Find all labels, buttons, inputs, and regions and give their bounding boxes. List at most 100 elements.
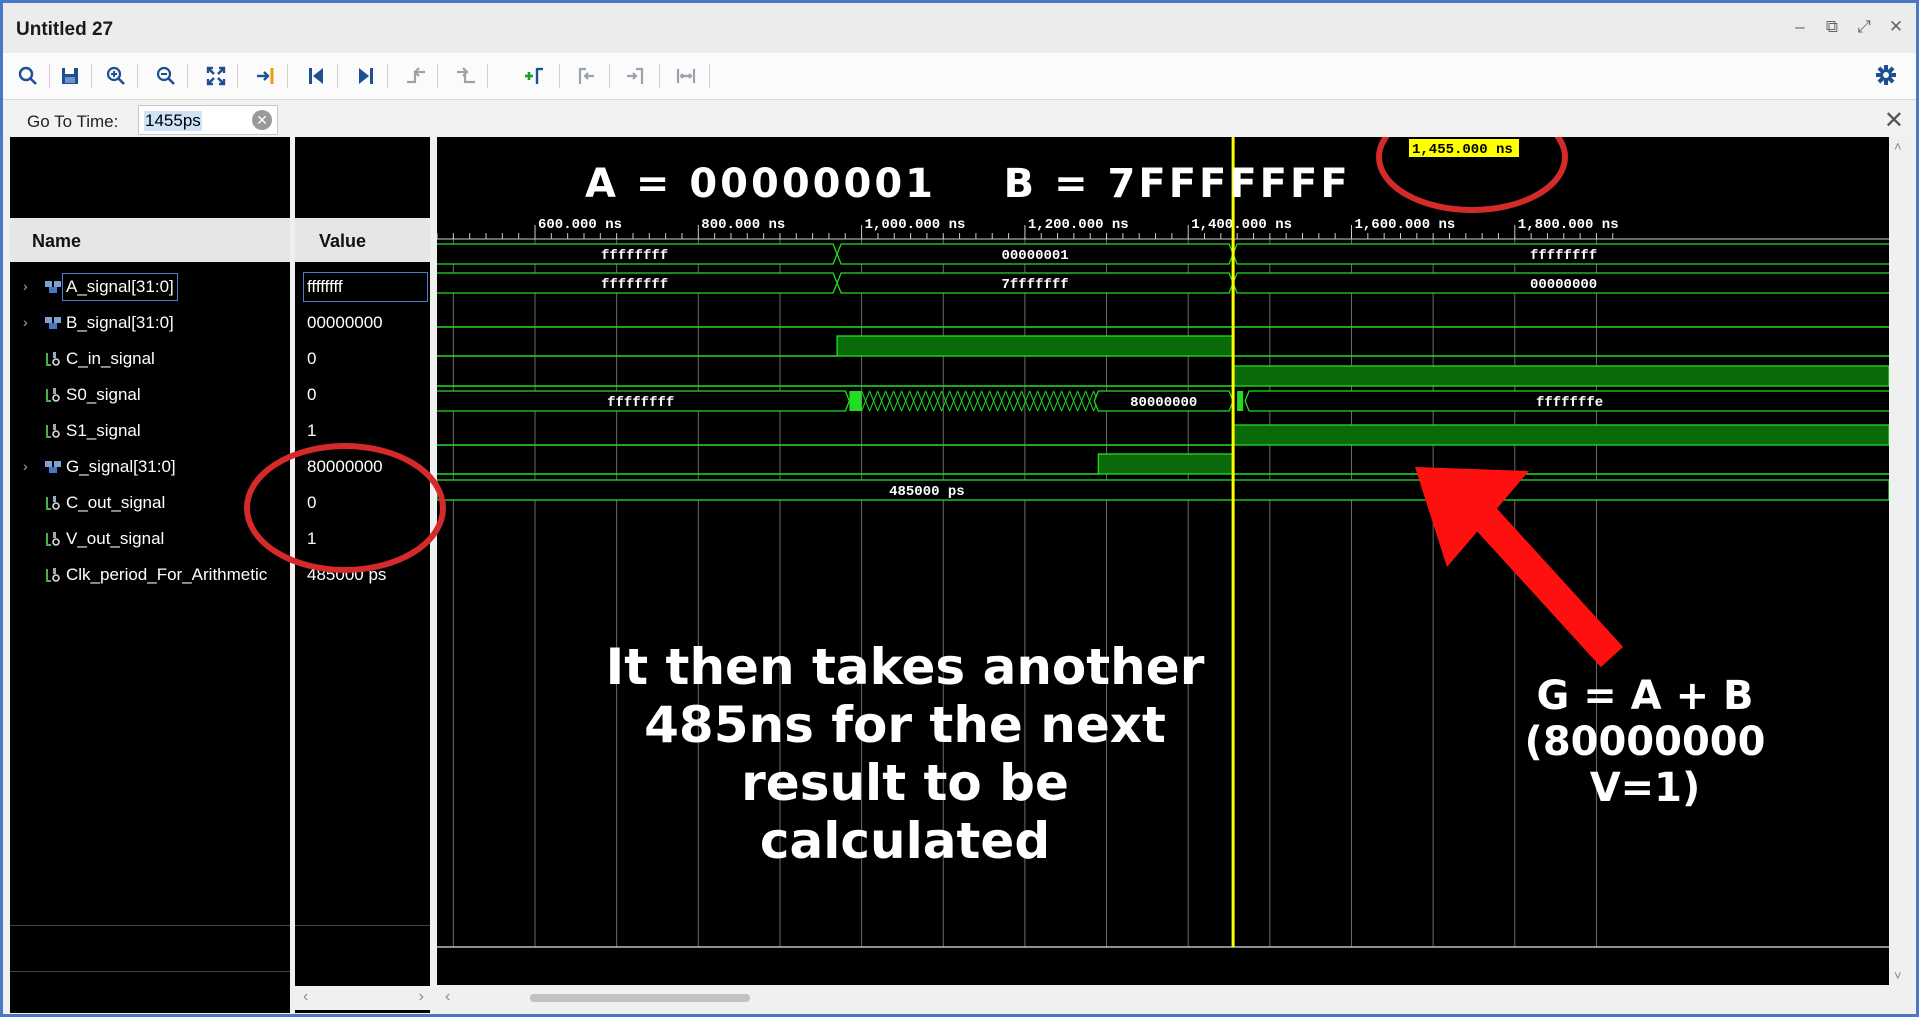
wave-g-segment-label: 80000000: [1130, 395, 1197, 411]
value-row[interactable]: 1: [303, 521, 430, 557]
ruler-tick-label: 1,000.000 ns: [865, 217, 966, 233]
go-to-end-icon[interactable]: [349, 62, 383, 90]
divider: [295, 925, 430, 926]
wave-g-segment-label: fffffffe: [1536, 395, 1603, 411]
expand-chevron-icon[interactable]: ›: [23, 314, 28, 330]
go-to-cursor-icon[interactable]: [249, 62, 283, 90]
next-marker-icon[interactable]: [619, 62, 653, 90]
scroll-thumb[interactable]: [530, 994, 750, 1002]
scroll-down-icon[interactable]: ˅: [1894, 968, 1902, 983]
scroll-up-icon[interactable]: ˄: [1894, 139, 1902, 154]
signal-row[interactable]: V_out_signal: [10, 521, 290, 557]
bus-signal-icon: [44, 278, 62, 296]
signal-value: 1: [307, 421, 317, 440]
ruler-tick-label: 1,400.000 ns: [1191, 217, 1292, 233]
signal-name: C_in_signal: [66, 349, 155, 368]
annotation-middle-3: result to be: [741, 754, 1069, 812]
wave-a-segment-label: 00000001: [1001, 248, 1068, 264]
signal-name: C_out_signal: [66, 493, 166, 512]
window-title: Untitled 27: [16, 19, 114, 40]
signal-name: S1_signal: [66, 421, 141, 440]
signal-row[interactable]: Clk_period_For_Arithmetic: [10, 557, 290, 593]
value-horizontal-scrollbar[interactable]: ‹ ›: [295, 986, 430, 1010]
wave-a-segment-label: ffffffff: [601, 248, 668, 264]
go-to-time-bar: Go To Time: 1455ps ✕ ✕: [3, 100, 1916, 140]
value-column-header[interactable]: Value: [295, 218, 430, 262]
bus-signal-icon: [44, 314, 62, 332]
close-goto-bar-icon[interactable]: ✕: [1884, 106, 1904, 135]
go-to-time-value: 1455ps: [144, 111, 202, 131]
waveform-horizontal-scrollbar[interactable]: ‹: [437, 986, 1889, 1010]
signal-value: 485000 ps: [307, 565, 387, 584]
signal-value: 1: [307, 529, 317, 548]
annotation-right-1: G = A + B: [1536, 673, 1753, 719]
zoom-in-icon[interactable]: [99, 62, 133, 90]
ruler-tick-label: 600.000 ns: [538, 217, 622, 233]
wave-s0: [836, 335, 1234, 357]
save-icon[interactable]: [53, 62, 87, 90]
minimize-icon[interactable]: –: [1790, 17, 1810, 37]
signal-row[interactable]: S1_signal: [10, 413, 290, 449]
annotation-top: A = 00000001 B = 7FFFFFFF: [585, 161, 1351, 207]
wave-clk-label: 485000 ps: [889, 484, 965, 500]
search-icon[interactable]: [11, 62, 45, 90]
bit-signal-icon: [44, 494, 62, 512]
signal-value: ffffffff: [303, 272, 428, 302]
annotation-middle-1: It then takes another: [606, 638, 1205, 696]
settings-gear-icon[interactable]: [1874, 63, 1898, 92]
value-row[interactable]: 0: [303, 341, 430, 377]
toolbar: [3, 53, 1916, 100]
expand-chevron-icon[interactable]: ›: [23, 458, 28, 474]
waveform-vertical-scrollbar[interactable]: ˄ ˅: [1889, 137, 1910, 985]
signal-name: B_signal[31:0]: [66, 313, 174, 332]
annotation-right-2: (80000000: [1525, 719, 1766, 765]
next-transition-icon[interactable]: [449, 62, 483, 90]
wave-a-segment-label: ffffffff: [1530, 248, 1597, 264]
go-to-time-input[interactable]: 1455ps ✕: [138, 105, 278, 135]
scroll-left-icon[interactable]: ‹: [445, 988, 450, 1006]
go-to-time-label: Go To Time:: [27, 112, 119, 131]
wave-b-segment-label: ffffffff: [601, 277, 668, 293]
bit-signal-icon: [44, 566, 62, 584]
signal-value-panel: Value ffffffff 00000000 0 0 1 80000000 0 1 48500…: [295, 137, 430, 1013]
zoom-fit-icon[interactable]: [199, 62, 233, 90]
scroll-right-icon[interactable]: ›: [419, 988, 424, 1006]
expand-chevron-icon[interactable]: ›: [23, 278, 28, 294]
value-row[interactable]: 80000000: [303, 449, 430, 485]
signal-row[interactable]: C_in_signal: [10, 341, 290, 377]
maximize-icon[interactable]: ⤢: [1854, 17, 1874, 37]
signal-row[interactable]: › G_signal[31:0]: [10, 449, 290, 485]
value-row[interactable]: ffffffff: [303, 269, 430, 305]
name-column-header[interactable]: Name: [10, 218, 290, 262]
previous-marker-icon[interactable]: [569, 62, 603, 90]
bus-signal-icon: [44, 458, 62, 476]
waveform-panel: 600.000 ns 800.000 ns 1,000.000 ns 1,200.00…: [431, 101, 1895, 1010]
signal-name: A_signal[31:0]: [62, 273, 178, 301]
value-row[interactable]: 485000 ps: [303, 557, 430, 593]
signal-row[interactable]: › B_signal[31:0]: [10, 305, 290, 341]
signal-row[interactable]: S0_signal: [10, 377, 290, 413]
zoom-out-icon[interactable]: [149, 62, 183, 90]
signal-value: 0: [307, 493, 317, 512]
value-row[interactable]: 1: [303, 413, 430, 449]
close-icon[interactable]: ✕: [1886, 17, 1906, 37]
signal-value: 0: [307, 349, 317, 368]
add-marker-icon[interactable]: [517, 62, 551, 90]
previous-transition-icon[interactable]: [399, 62, 433, 90]
go-to-start-icon[interactable]: [299, 62, 333, 90]
ruler-tick-label: 1,200.000 ns: [1028, 217, 1129, 233]
signal-row[interactable]: › A_signal[31:0]: [10, 269, 290, 305]
value-row[interactable]: 0: [303, 377, 430, 413]
wave-b-segment-label: 7fffffff: [1001, 277, 1068, 293]
value-row[interactable]: 0: [303, 485, 430, 521]
signal-value: 00000000: [307, 313, 383, 332]
annotation-right-3: V=1): [1590, 765, 1701, 811]
signal-row[interactable]: C_out_signal: [10, 485, 290, 521]
scroll-left-icon[interactable]: ‹: [303, 988, 308, 1006]
restore-icon[interactable]: ⧉: [1822, 17, 1842, 37]
swap-cursors-icon[interactable]: [669, 62, 703, 90]
signal-name-panel: Name › A_signal[31:0] › B_signal[31:0] C_in_…: [10, 137, 290, 1013]
value-row[interactable]: 00000000: [303, 305, 430, 341]
signal-name: G_signal[31:0]: [66, 457, 176, 476]
clear-input-icon[interactable]: ✕: [252, 110, 272, 130]
